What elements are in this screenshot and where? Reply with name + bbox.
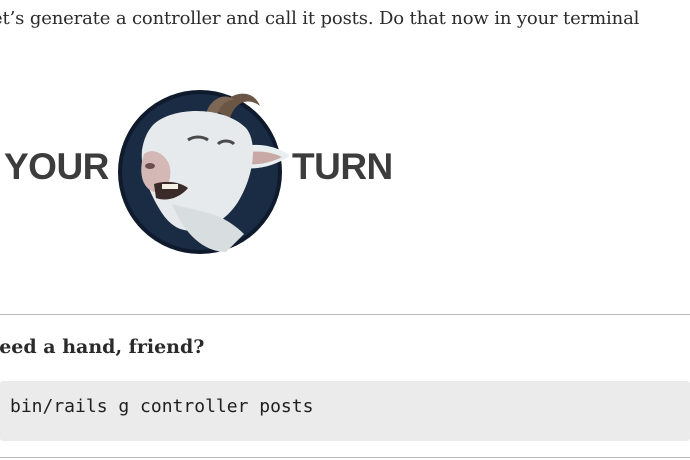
goat-mascot-icon <box>118 90 290 254</box>
section-divider <box>0 314 690 315</box>
instruction-text: et’s generate a controller and call it p… <box>0 8 640 29</box>
code-block: bin/rails g controller posts <box>0 381 690 441</box>
badge-right-word: TURN <box>292 146 393 187</box>
badge-left-word: YOUR <box>4 146 109 187</box>
bottom-divider <box>0 457 690 458</box>
hint-title: leed a hand, friend? <box>0 336 205 358</box>
code-command[interactable]: bin/rails g controller posts <box>10 396 313 417</box>
